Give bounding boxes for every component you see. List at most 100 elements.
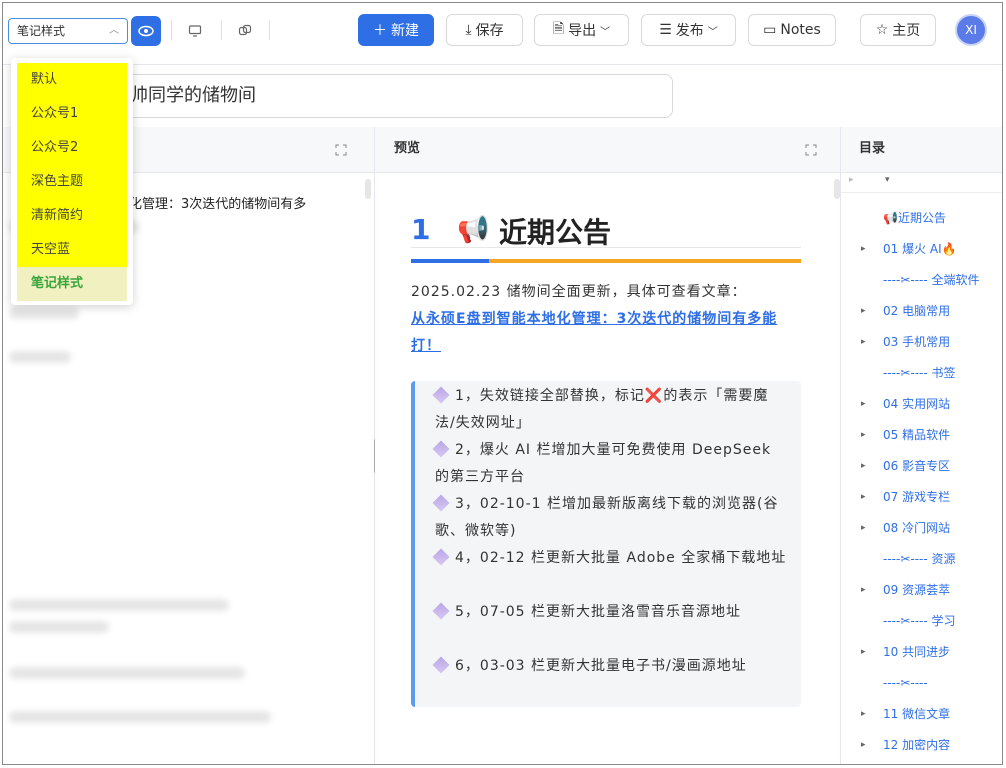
chevron-right-icon[interactable]: ▸ [861, 390, 866, 418]
new-button-label: 新建 [391, 23, 419, 39]
chevron-right-icon[interactable]: ▸ [861, 297, 866, 325]
toc-item-label: 12 加密内容 [883, 738, 951, 752]
save-button[interactable]: ⤓ 保存 [446, 14, 523, 46]
chevron-right-icon[interactable]: ▸ [861, 421, 866, 449]
toc-item[interactable]: ▸ 05 精品软件 [841, 421, 1002, 449]
editor-blurred-line [9, 351, 71, 363]
preview-panel: 预览 1 📢 近期公告 2025.02.23 储物间全面更新，具体可查看文章： … [375, 127, 841, 764]
chevron-right-icon[interactable]: ▸ [861, 235, 866, 263]
toc-item[interactable]: ----✂---- 资源 [841, 545, 1002, 573]
chevron-right-icon[interactable]: ▸ [861, 452, 866, 480]
chevron-right-icon[interactable]: ▸ [861, 576, 866, 604]
plus-icon: ＋ [373, 23, 387, 39]
style-option[interactable]: 笔记样式 [17, 267, 127, 301]
article-link[interactable]: 从永硕E盘到智能本地化管理：3次迭代的储物间有多能打！ [411, 311, 777, 354]
heading-number: 1 [411, 213, 431, 246]
toc-item[interactable]: ----✂---- 学习 [841, 607, 1002, 635]
toc-item[interactable]: ----✂---- 书签 [841, 359, 1002, 387]
toc-item-label: ----✂---- 书签 [883, 366, 956, 380]
toc-collapse-row[interactable]: ▸ ▾ [841, 173, 1002, 193]
app-window: 笔记样式 ︿ ＋ 新建 ⤓ 保存 🗎 导出 ﹀ ☰ 发布 ﹀ ▭ Notes ☆… [2, 2, 1003, 765]
toc-header-label: 目录 [859, 141, 886, 156]
preview-header: 预览 [375, 127, 840, 173]
x-mark-icon: ❌ [644, 388, 664, 404]
list-item: 6，03-03 栏更新大批量电子书/漫画源地址 [432, 653, 787, 680]
toc-item-label: 06 影音专区 [883, 459, 951, 473]
toc-item[interactable]: ▸ 07 游戏专栏 [841, 483, 1002, 511]
toc-item-label: 04 实用网站 [883, 397, 951, 411]
megaphone-icon: 📢 [457, 215, 490, 245]
toolbar-divider [269, 20, 270, 40]
expand-icon[interactable] [805, 144, 817, 156]
notes-button[interactable]: ▭ Notes [748, 14, 836, 46]
diamond-icon [432, 440, 450, 458]
new-button[interactable]: ＋ 新建 [358, 14, 434, 46]
toc-item[interactable]: ▸ 04 实用网站 [841, 390, 1002, 418]
chevron-up-icon: ︿ [109, 25, 119, 36]
toc-item[interactable]: ----✂---- [841, 669, 1002, 697]
notes-button-label: Notes [780, 22, 821, 38]
editor-blurred-line [9, 667, 245, 679]
toc-item[interactable]: ▸ 02 电脑常用 [841, 297, 1002, 325]
publish-button[interactable]: ☰ 发布 ﹀ [641, 14, 736, 46]
editor-scrollbar[interactable] [365, 179, 371, 199]
style-option[interactable]: 公众号2 [17, 131, 127, 165]
desktop-view-button[interactable] [183, 19, 207, 43]
toc-item-label: 07 游戏专栏 [883, 490, 951, 504]
preview-toggle-button[interactable] [131, 16, 161, 46]
file-icon: 🗎 [552, 21, 565, 37]
toc-item[interactable]: ▸ 01 爆火 AI🔥 [841, 235, 1002, 263]
toc-header: 目录 [841, 127, 1002, 173]
publish-button-label: 发布 [675, 23, 704, 39]
toc-item[interactable]: ▸ 06 影音专区 [841, 452, 1002, 480]
heading-accent-bar [411, 259, 489, 263]
chevron-right-icon[interactable]: ▸ [861, 514, 866, 542]
eye-icon [138, 25, 154, 37]
style-option[interactable]: 默认 [17, 63, 127, 97]
chevron-right-icon[interactable]: ▸ [861, 700, 866, 728]
toc-item-label: 02 电脑常用 [883, 304, 951, 318]
toc-item-label: 📢近期公告 [883, 211, 946, 225]
style-option[interactable]: 天空蓝 [17, 233, 127, 267]
list-item: 5，07-05 栏更新大批量洛雪音乐音源地址 [432, 599, 787, 626]
diamond-icon [432, 656, 450, 674]
chevron-right-icon[interactable]: ▸ [861, 328, 866, 356]
toolbar: 笔记样式 ︿ ＋ 新建 ⤓ 保存 🗎 导出 ﹀ ☰ 发布 ﹀ ▭ Notes ☆… [3, 3, 1002, 65]
home-button[interactable]: ☆ 主页 [860, 14, 936, 46]
toc-item[interactable]: 📢近期公告 [841, 204, 1002, 232]
expand-icon[interactable] [335, 144, 347, 156]
toc-item-label: 10 共同进步 [883, 645, 951, 659]
style-option[interactable]: 公众号1 [17, 97, 127, 131]
announcement-date-text: 2025.02.23 储物间全面更新，具体可查看文章： [411, 284, 747, 300]
toc-item[interactable]: ▸ 03 手机常用 [841, 328, 1002, 356]
toc-item[interactable]: ▸ 08 冷门网站 [841, 514, 1002, 542]
title-input[interactable]: 帅同学的储物间 [103, 74, 673, 118]
style-option[interactable]: 清新简约 [17, 199, 127, 233]
toc-item[interactable]: ▸ 09 资源荟萃 [841, 576, 1002, 604]
toc-item[interactable]: ----✂---- 全端软件 [841, 266, 1002, 294]
chevron-right-icon: ▸ [849, 175, 854, 185]
editor-blurred-line [9, 307, 79, 319]
preview-header-label: 预览 [394, 141, 421, 156]
diamond-icon [432, 602, 450, 620]
folder-icon: ▭ [763, 22, 777, 38]
export-button[interactable]: 🗎 导出 ﹀ [534, 14, 629, 46]
toc-item[interactable]: ▸ 10 共同进步 [841, 638, 1002, 666]
sliders-icon: ☰ [659, 22, 672, 38]
style-option[interactable]: 深色主题 [17, 165, 127, 199]
toc-item-label: 09 资源荟萃 [883, 583, 951, 597]
diamond-icon [432, 548, 450, 566]
chevron-right-icon[interactable]: ▸ [861, 731, 866, 759]
chevron-right-icon[interactable]: ▸ [861, 483, 866, 511]
announcement-paragraph: 2025.02.23 储物间全面更新，具体可查看文章： 从永硕E盘到智能本地化管… [411, 279, 803, 360]
style-select[interactable]: 笔记样式 ︿ [8, 18, 128, 44]
avatar[interactable]: XI [955, 14, 987, 46]
copy-button[interactable] [233, 19, 257, 43]
chevron-right-icon[interactable]: ▸ [861, 638, 866, 666]
preview-scrollbar[interactable] [834, 179, 840, 199]
toc-item[interactable]: ▸ 12 加密内容 [841, 731, 1002, 759]
toc-item[interactable]: ▸ 11 微信文章 [841, 700, 1002, 728]
chevron-down-icon: ﹀ [707, 26, 718, 38]
toc-panel: 目录 ▸ ▾ 📢近期公告 ▸ 01 爆火 AI🔥 ----✂---- 全端软件 ▸ 02 … [841, 127, 1002, 764]
editor-blurred-line [9, 711, 271, 723]
